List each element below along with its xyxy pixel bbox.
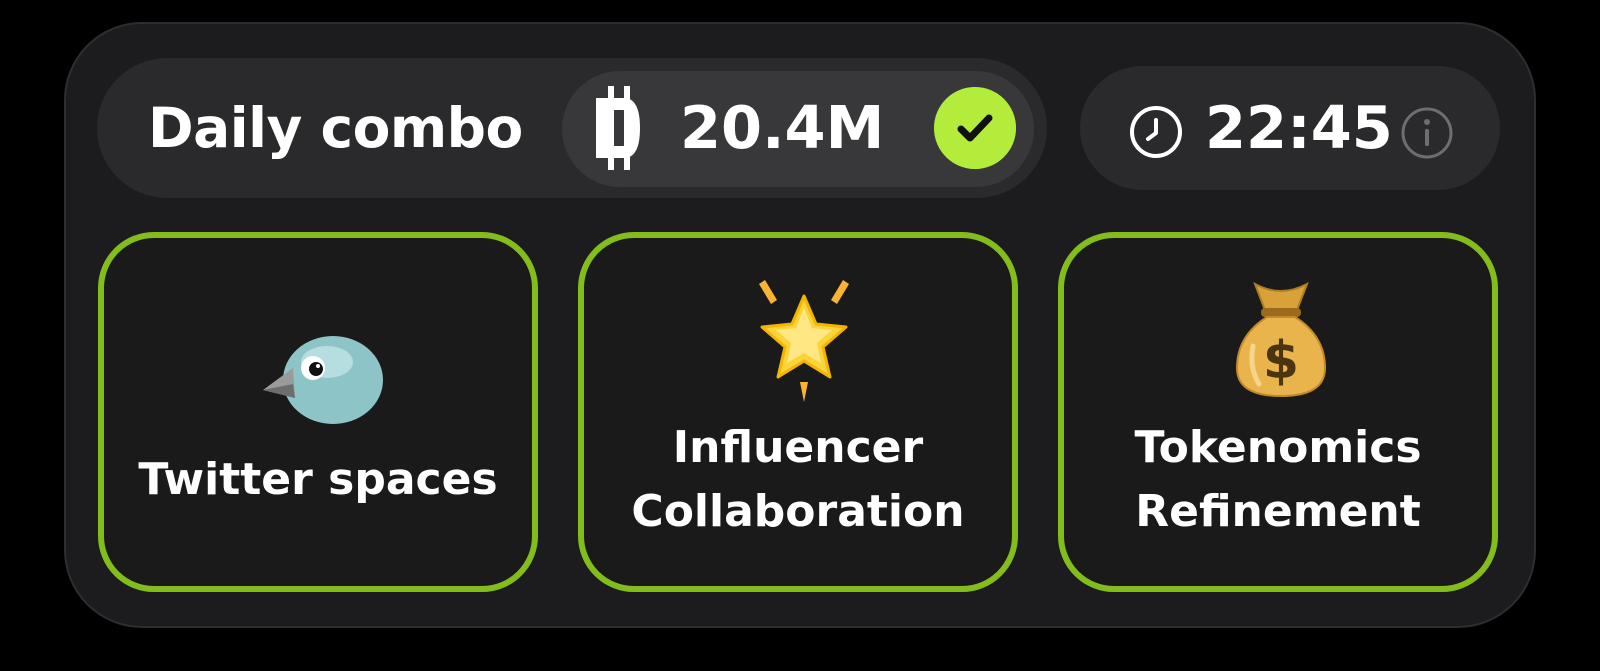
card-label: Twitter spaces — [138, 454, 498, 505]
combo-card-tokenomics-refinement[interactable]: $ Tokenomics Refinement — [1058, 232, 1498, 592]
combo-card-influencer-collaboration[interactable]: Influencer Collaboration — [578, 232, 1018, 592]
clock-icon — [1130, 106, 1182, 158]
card-label-line-2: Collaboration — [631, 486, 965, 537]
countdown-timer: 22:45 — [1205, 93, 1393, 162]
bird-icon — [263, 336, 383, 424]
card-label-line-1: Influencer — [672, 422, 924, 473]
coin-icon — [596, 86, 640, 170]
check-icon — [934, 87, 1016, 169]
svg-text:$: $ — [1263, 331, 1299, 391]
card-label-line-1: Tokenomics — [1134, 422, 1422, 473]
daily-combo-title: Daily combo — [148, 96, 523, 160]
combo-card-twitter-spaces[interactable]: Twitter spaces — [98, 232, 538, 592]
info-icon[interactable] — [1400, 106, 1454, 160]
glowing-star-icon — [759, 280, 849, 402]
money-bag-icon: $ — [1235, 281, 1327, 398]
reward-amount: 20.4M — [680, 93, 885, 162]
card-label-line-2: Refinement — [1135, 486, 1421, 537]
